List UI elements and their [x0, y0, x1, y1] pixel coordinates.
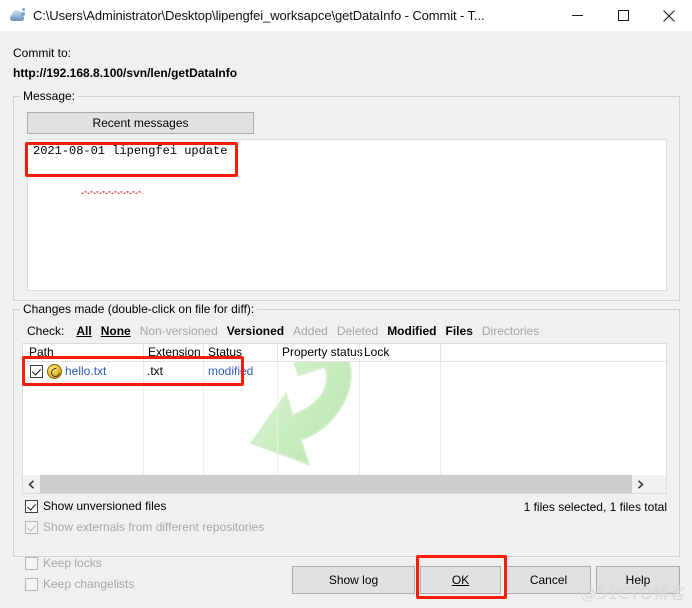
changes-group-title: Changes made (double-click on file for d… — [20, 302, 258, 316]
commit-to-url: http://192.168.8.100/svn/len/getDataInfo — [13, 66, 238, 80]
tortoisesvn-turtle-icon — [9, 7, 27, 25]
check-link-none[interactable]: None — [101, 324, 131, 338]
tortoisesvn-commit-dialog: C:\Users\Administrator\Desktop\lipengfei… — [0, 0, 692, 608]
cancel-button[interactable]: Cancel — [506, 566, 591, 594]
show-externals-checkbox: Show externals from different repositori… — [25, 520, 264, 534]
recent-messages-label: Recent messages — [92, 116, 189, 130]
check-link-non-versioned: Non-versioned — [139, 324, 218, 338]
commit-message-text: 2021-08-01 lipengfei update — [33, 144, 228, 158]
column-header-status[interactable]: Status — [204, 344, 277, 361]
check-link-deleted: Deleted — [336, 324, 379, 338]
minimize-icon — [571, 15, 583, 16]
check-label: Check: — [27, 324, 65, 338]
minimize-button[interactable] — [554, 0, 600, 31]
horizontal-scrollbar[interactable] — [23, 475, 666, 493]
changed-files-list[interactable]: Path Extension Status Property status Lo… — [22, 343, 667, 494]
cancel-label: Cancel — [529, 573, 568, 587]
chevron-right-icon — [637, 479, 644, 489]
recent-messages-button[interactable]: Recent messages — [27, 112, 254, 134]
column-header-path[interactable]: Path — [25, 344, 143, 361]
row-checkbox[interactable] — [30, 365, 43, 378]
cell-extension: .txt — [147, 364, 164, 378]
checkbox-box — [25, 577, 38, 591]
commit-to-label: Commit to: — [13, 46, 72, 60]
close-button[interactable] — [646, 0, 692, 31]
cell-status: modified — [208, 364, 254, 378]
keep-locks-checkbox: Keep locks — [25, 556, 102, 570]
keep-changelists-checkbox: Keep changelists — [25, 577, 134, 591]
cell-path: hello.txt — [65, 364, 107, 378]
keep-locks-label: Keep locks — [43, 556, 102, 570]
scroll-right-arrow[interactable] — [632, 475, 649, 493]
message-group-title: Message: — [20, 89, 79, 103]
show-log-label: Show log — [328, 573, 379, 587]
scroll-left-arrow[interactable] — [23, 475, 40, 493]
dialog-body: Commit to: http://192.168.8.100/svn/len/… — [0, 31, 692, 608]
check-links-row: Check: All None Non-versioned Versioned … — [27, 324, 548, 338]
check-link-added: Added — [293, 324, 328, 338]
list-header: Path Extension Status Property status Lo… — [23, 344, 666, 362]
keep-changelists-label: Keep changelists — [43, 577, 135, 591]
window-title: C:\Users\Administrator\Desktop\lipengfei… — [33, 8, 485, 23]
title-bar: C:\Users\Administrator\Desktop\lipengfei… — [0, 0, 692, 32]
checkbox-box — [25, 499, 38, 513]
check-link-all[interactable]: All — [76, 324, 91, 338]
close-icon — [663, 9, 675, 22]
maximize-icon — [617, 10, 629, 21]
modified-file-icon — [47, 364, 62, 379]
column-header-extension[interactable]: Extension — [144, 344, 203, 361]
window-controls — [554, 0, 692, 31]
spellcheck-underline — [81, 191, 142, 194]
column-header-lock[interactable]: Lock — [360, 344, 440, 361]
table-row[interactable]: hello.txt .txt modified — [23, 362, 666, 382]
ok-button[interactable]: OK — [420, 566, 501, 594]
chevron-left-icon — [28, 479, 35, 489]
show-unversioned-files-label: Show unversioned files — [43, 499, 167, 513]
show-unversioned-files-checkbox[interactable]: Show unversioned files — [25, 499, 166, 513]
check-link-directories: Directories — [481, 324, 540, 338]
checkbox-box — [25, 520, 38, 534]
watermark-text: @51CTO博客 — [580, 584, 686, 603]
checkbox-box — [25, 556, 38, 570]
check-link-files[interactable]: Files — [446, 324, 473, 338]
maximize-button[interactable] — [600, 0, 646, 31]
scrollbar-thumb[interactable] — [40, 475, 632, 493]
ok-label: OK — [451, 573, 470, 587]
check-link-versioned[interactable]: Versioned — [227, 324, 284, 338]
show-log-button[interactable]: Show log — [292, 566, 415, 594]
files-status-text: 1 files selected, 1 files total — [523, 500, 667, 514]
show-externals-label: Show externals from different repositori… — [43, 520, 265, 534]
commit-message-input[interactable]: 2021-08-01 lipengfei update — [27, 139, 667, 291]
check-link-modified[interactable]: Modified — [387, 324, 436, 338]
